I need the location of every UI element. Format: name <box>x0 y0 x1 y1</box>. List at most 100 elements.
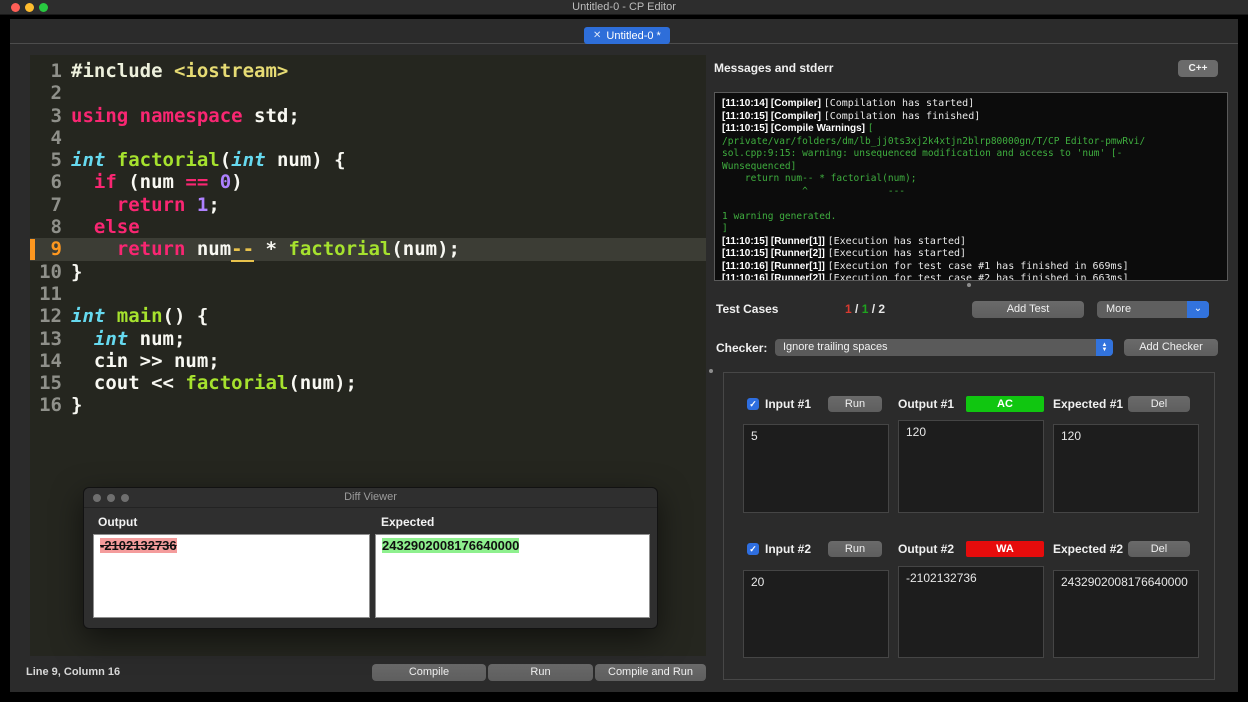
panel-splitter-handle[interactable] <box>709 369 713 373</box>
check-icon: ✓ <box>749 544 757 554</box>
line-code: cin >> num; <box>71 349 220 372</box>
tab-close-icon[interactable]: ✕ <box>593 30 601 41</box>
line-code: using namespace std; <box>71 104 300 127</box>
diff-viewer-titlebar[interactable]: Diff Viewer <box>84 488 657 508</box>
input1-textarea[interactable]: 5 <box>743 424 889 513</box>
log-line: [11:10:15] [Runner[1]] [Execution has st… <box>722 235 967 247</box>
line-number: 6 <box>50 171 62 194</box>
line-number: 5 <box>50 149 62 172</box>
code-line-16[interactable]: 16} <box>30 394 706 416</box>
messages-log[interactable]: [11:10:14] [Compiler] [Compilation has s… <box>714 92 1228 281</box>
verdict2-badge: WA <box>966 541 1044 557</box>
line-number: 14 <box>39 349 62 372</box>
language-button[interactable]: C++ <box>1178 60 1218 77</box>
line-code: } <box>71 260 83 283</box>
line-number: 3 <box>50 104 62 127</box>
input2-textarea[interactable]: 20 <box>743 570 889 658</box>
diff-viewer-window: Diff Viewer Output Expected -2102132736 … <box>83 487 658 629</box>
testcase-count: / <box>851 302 862 316</box>
window-titlebar: Untitled-0 - CP Editor <box>0 0 1248 15</box>
input1-checkbox[interactable]: ✓ <box>747 398 759 410</box>
log-line: [11:10:15] [Compiler] [Compilation has f… <box>722 110 981 122</box>
line-number: 9 <box>50 238 62 261</box>
code-line-9[interactable]: 9 return num-- * factorial(num); <box>30 238 706 263</box>
log-line: /private/var/folders/dm/lb_jj0ts3xj2k4xt… <box>722 135 1146 147</box>
messages-panel-title: Messages and stderr <box>714 61 834 75</box>
code-line-12[interactable]: 12 int main() { <box>30 305 706 327</box>
line-number: 7 <box>50 193 62 216</box>
code-line-11[interactable]: 11 <box>30 283 706 305</box>
code-line-8[interactable]: 8 else <box>30 216 706 238</box>
checker-select[interactable]: Ignore trailing spaces ▲ ▼ <box>775 339 1113 356</box>
log-line: ] <box>722 223 728 234</box>
line-code: else <box>93 216 140 239</box>
add-test-button[interactable]: Add Test <box>972 301 1084 318</box>
line-number: 12 <box>39 305 62 328</box>
log-line: return num-- * factorial(num); <box>722 173 917 184</box>
run-button[interactable]: Run <box>488 664 593 681</box>
diff-output-label: Output <box>98 515 138 529</box>
diff-output-value: -2102132736 <box>100 538 177 553</box>
input2-label: Input #2 <box>765 542 812 556</box>
expected1-label: Expected #1 <box>1053 397 1124 411</box>
line-number: 8 <box>50 216 62 239</box>
code-line-6[interactable]: 6 if (num == 0) <box>30 171 706 193</box>
output2-textarea[interactable]: -2102132736 <box>898 566 1044 658</box>
output1-textarea[interactable]: 120 <box>898 420 1044 513</box>
expected1-textarea[interactable]: 120 <box>1053 424 1199 513</box>
line-number: 2 <box>50 82 62 105</box>
log-line: [11:10:16] [Runner[2]] [Execution for te… <box>722 273 1129 281</box>
line-code: return num-- * factorial(num); <box>116 238 460 263</box>
chevron-down-icon: ⌄ <box>1187 301 1209 318</box>
code-line-4[interactable]: 4 <box>30 127 706 149</box>
line-number: 11 <box>39 282 62 305</box>
input1-label: Input #1 <box>765 397 812 411</box>
messages-splitter-handle[interactable] <box>967 283 971 287</box>
tab-untitled-0[interactable]: ✕ Untitled-0 * <box>584 27 670 44</box>
line-code: } <box>71 394 83 417</box>
check-icon: ✓ <box>749 399 757 409</box>
line-number: 1 <box>50 60 62 82</box>
diff-expected-value: 2432902008176640000 <box>382 538 520 553</box>
diff-viewer-title: Diff Viewer <box>344 491 397 503</box>
testcase-counts: 1 / 1 / 2 <box>845 302 885 316</box>
line-number: 16 <box>39 394 62 417</box>
del1-button[interactable]: Del <box>1128 396 1190 412</box>
line-number: 15 <box>39 372 62 395</box>
run2-button[interactable]: Run <box>828 541 882 557</box>
log-line: [11:10:15] [Runner[2]] [Execution has st… <box>722 248 967 259</box>
line-code: if (num == 0) <box>93 171 243 194</box>
diff-expected-label: Expected <box>381 515 435 529</box>
del2-button[interactable]: Del <box>1128 541 1190 557</box>
code-line-10[interactable]: 10} <box>30 261 706 283</box>
log-line: sol.cpp:9:15: warning: unsequenced modif… <box>722 148 1123 159</box>
log-line: [11:10:16] [Runner[1]] [Execution for te… <box>722 260 1129 272</box>
more-dropdown[interactable]: More ⌄ <box>1097 301 1209 318</box>
code-line-2[interactable]: 2 <box>30 82 706 104</box>
log-line: Wunsequenced] <box>722 160 797 172</box>
line-code: int num; <box>93 327 186 350</box>
input2-checkbox[interactable]: ✓ <box>747 543 759 555</box>
cursor-position-status: Line 9, Column 16 <box>26 666 121 678</box>
log-line: 1 warning generated. <box>722 210 837 222</box>
code-line-3[interactable]: 3 using namespace std; <box>30 105 706 127</box>
expected2-textarea[interactable]: 2432902008176640000 <box>1053 570 1199 658</box>
code-line-1[interactable]: 1 #include <iostream> <box>30 60 706 82</box>
log-line: [11:10:15] [Compile Warnings] [ <box>722 123 874 134</box>
run1-button[interactable]: Run <box>828 396 882 412</box>
code-line-14[interactable]: 14 cin >> num; <box>30 350 706 372</box>
code-line-15[interactable]: 15 cout << factorial(num); <box>30 372 706 394</box>
diff-output-pane[interactable]: -2102132736 <box>93 534 370 618</box>
code-line-7[interactable]: 7 return 1; <box>30 194 706 216</box>
code-line-5[interactable]: 5 int factorial(int num) { <box>30 149 706 171</box>
diff-expected-pane[interactable]: 2432902008176640000 <box>375 534 650 618</box>
add-checker-button[interactable]: Add Checker <box>1124 339 1218 356</box>
compile-button[interactable]: Compile <box>372 664 486 681</box>
line-code: cout << factorial(num); <box>71 372 357 395</box>
checker-selected-value: Ignore trailing spaces <box>783 341 888 353</box>
code-line-13[interactable]: 13 int num; <box>30 328 706 350</box>
window-title: Untitled-0 - CP Editor <box>572 1 676 13</box>
line-number: 4 <box>50 126 62 149</box>
compile-and-run-button[interactable]: Compile and Run <box>595 664 706 681</box>
